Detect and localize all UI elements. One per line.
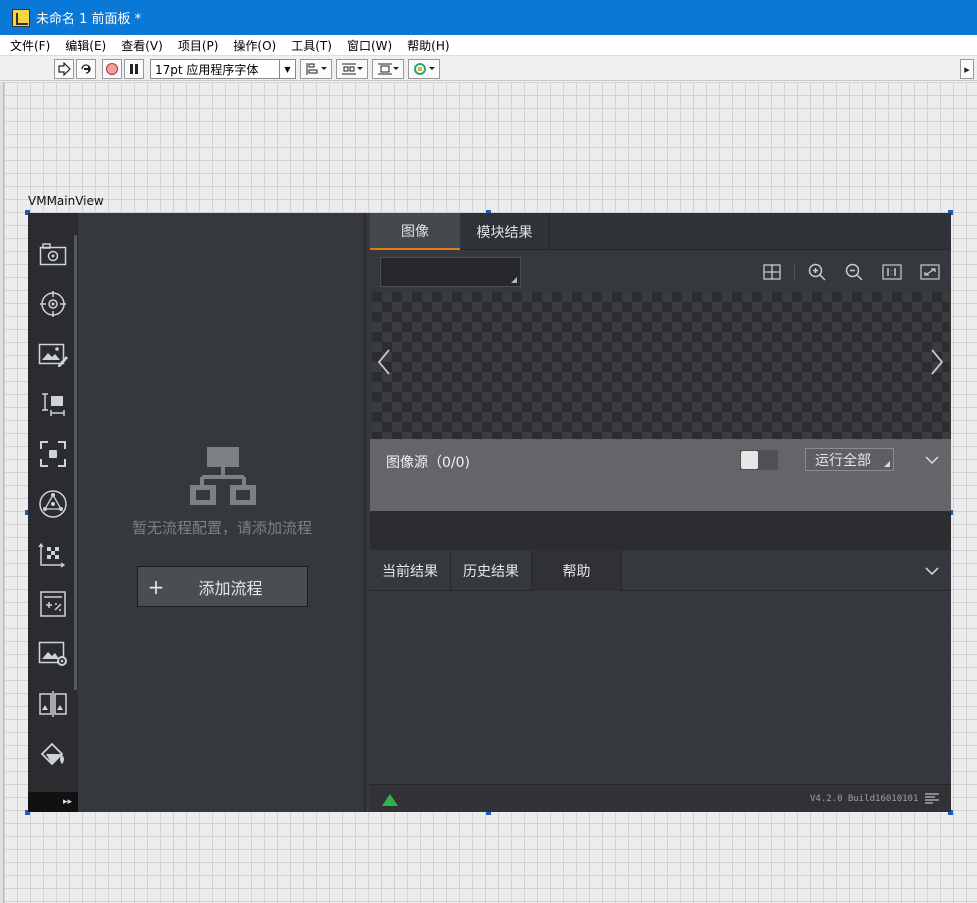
add-flow-label: 添加流程 <box>198 578 263 598</box>
empty-flow-message: 暂无流程配置，请添加流程 <box>131 519 312 537</box>
zoom-out-icon[interactable] <box>845 263 863 281</box>
image-edit-icon[interactable] <box>37 338 69 370</box>
menu-bar: 文件(F) 编辑(E) 查看(V) 项目(P) 操作(O) 工具(T) 窗口(W… <box>0 35 977 55</box>
abort-icon[interactable] <box>102 59 122 79</box>
labview-vi-icon <box>12 8 30 27</box>
version-label: V4.2.0 Build16010101 <box>810 794 919 804</box>
divider-bar <box>370 511 951 550</box>
tab-history-result[interactable]: 历史结果 <box>451 550 532 591</box>
menu-window[interactable]: 窗口(W) <box>347 37 392 54</box>
menu-edit[interactable]: 编辑(E) <box>65 37 106 54</box>
align-objects-icon[interactable] <box>300 59 332 79</box>
tool-sidebar: ▸▸ <box>28 213 78 812</box>
vm-main-view: ▸▸ 暂无流程配置，请添加流程 + 添加流程 图像 模块结果 图像源（0/0) … <box>28 213 951 812</box>
tab-module-result[interactable]: 模块结果 <box>460 213 550 250</box>
font-selector-value: 17pt 应用程序字体 <box>155 62 259 77</box>
chevron-down-icon[interactable] <box>924 563 940 579</box>
run-continuous-icon[interactable] <box>76 59 96 79</box>
window-titlebar: 未命名 1 前面板 * <box>0 0 977 35</box>
distribute-objects-icon[interactable] <box>336 59 368 79</box>
run-arrow-icon[interactable] <box>54 59 74 79</box>
sidebar-scrollbar[interactable] <box>74 235 77 690</box>
image-source-bar: 图像源（0/0) 运行全部 <box>370 439 951 511</box>
calibration-icon[interactable] <box>37 538 69 570</box>
zoom-in-icon[interactable] <box>808 263 826 281</box>
status-bar: V4.2.0 Build16010101 <box>370 784 951 812</box>
target-icon[interactable] <box>37 288 69 320</box>
result-content <box>370 591 951 784</box>
toolbar: 17pt 应用程序字体 ▼ ▸ <box>0 55 977 81</box>
camera-icon[interactable] <box>37 238 69 270</box>
one-to-one-icon[interactable] <box>882 263 902 281</box>
add-flow-button[interactable]: + 添加流程 <box>137 566 308 607</box>
image-source-toggle[interactable] <box>740 450 778 470</box>
tab-current-result[interactable]: 当前结果 <box>370 550 451 591</box>
list-settings-icon[interactable] <box>925 793 939 805</box>
toolbar-divider <box>794 263 795 281</box>
status-ok-icon[interactable] <box>382 794 398 806</box>
paint-bucket-icon[interactable] <box>37 738 69 770</box>
tab-image[interactable]: 图像 <box>370 213 460 250</box>
chevron-left-icon[interactable] <box>374 342 394 382</box>
polygon-node-icon[interactable] <box>37 488 69 520</box>
plus-icon: + <box>147 574 165 599</box>
tab-help[interactable]: 帮助 <box>532 550 622 591</box>
run-all-label: 运行全部 <box>815 452 871 469</box>
image-tabs: 图像 模块结果 <box>370 213 951 250</box>
fit-screen-icon[interactable] <box>920 263 940 281</box>
menu-operate[interactable]: 操作(O) <box>233 37 276 54</box>
font-selector[interactable]: 17pt 应用程序字体 ▼ <box>150 59 296 79</box>
result-tabs: 当前结果 历史结果 帮助 <box>370 550 951 591</box>
toggle-knob <box>741 451 758 469</box>
focus-frame-icon[interactable] <box>37 438 69 470</box>
image-compare-icon[interactable] <box>37 688 69 720</box>
image-settings-icon[interactable] <box>37 638 69 670</box>
flow-diagram-icon <box>190 447 256 505</box>
menu-help[interactable]: 帮助(H) <box>407 37 449 54</box>
image-viewer[interactable] <box>372 292 949 439</box>
chevron-down-icon[interactable] <box>924 452 940 468</box>
resize-objects-icon[interactable] <box>372 59 404 79</box>
chevron-right-icon[interactable] <box>927 342 947 382</box>
expand-sidebar-icon[interactable]: ▸▸ <box>28 792 78 812</box>
chevron-down-icon: ▼ <box>279 60 295 78</box>
menu-tools[interactable]: 工具(T) <box>291 37 332 54</box>
window-title: 未命名 1 前面板 * <box>36 12 142 27</box>
image-panel: 图像 模块结果 图像源（0/0) 运行全部 当前结果 历史结果 帮助 V4.2.… <box>370 213 951 812</box>
menu-file[interactable]: 文件(F) <box>10 37 50 54</box>
calculator-icon[interactable] <box>37 588 69 620</box>
image-source-label: 图像源（0/0) <box>386 455 470 471</box>
pause-icon[interactable] <box>124 59 144 79</box>
measure-icon[interactable] <box>37 388 69 420</box>
run-all-dropdown[interactable]: 运行全部 <box>805 448 894 471</box>
vm-control-label: VMMainView <box>28 194 104 208</box>
flow-panel: 暂无流程配置，请添加流程 + 添加流程 <box>78 213 366 812</box>
reorder-icon[interactable] <box>408 59 440 79</box>
context-help-icon[interactable]: ▸ <box>960 59 974 79</box>
image-source-select[interactable] <box>380 257 521 287</box>
menu-view[interactable]: 查看(V) <box>121 37 163 54</box>
menu-project[interactable]: 项目(P) <box>178 37 219 54</box>
grid-icon[interactable] <box>763 263 781 281</box>
image-toolbar <box>370 251 951 292</box>
